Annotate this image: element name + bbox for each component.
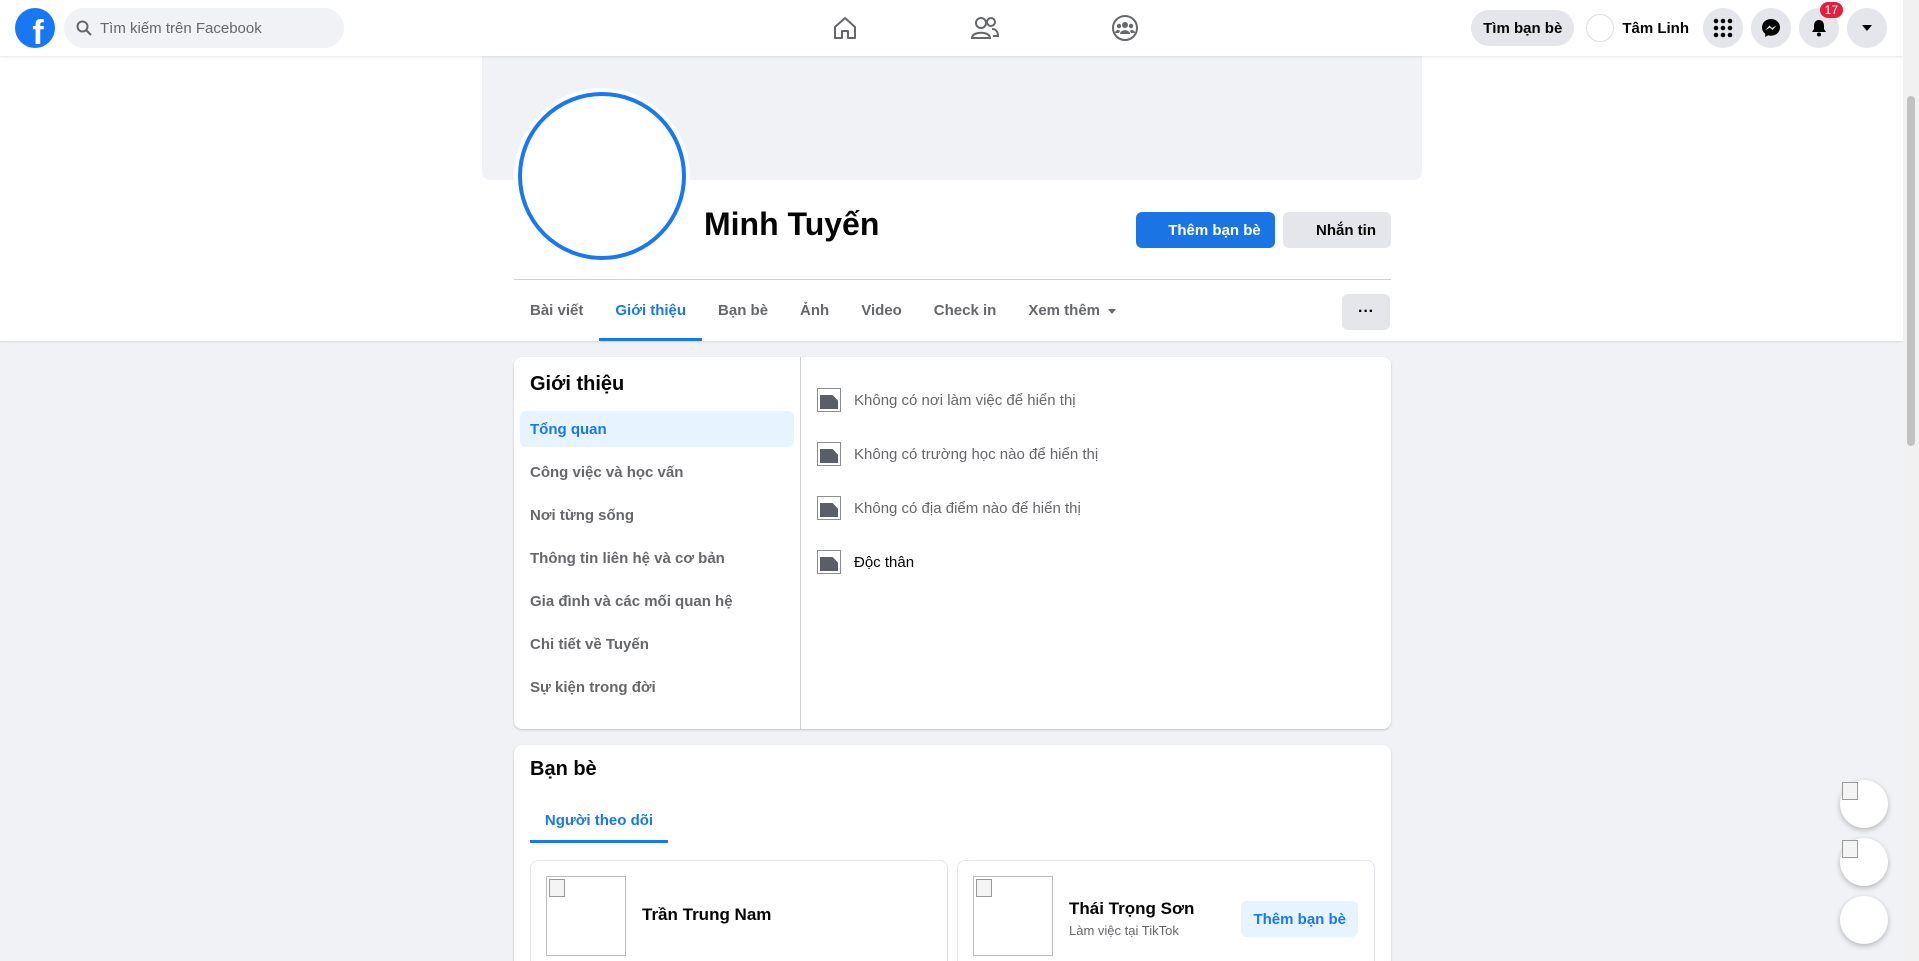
profile-avatar[interactable] bbox=[518, 92, 686, 260]
search-box[interactable] bbox=[64, 8, 344, 48]
work-icon bbox=[817, 388, 841, 412]
search-icon bbox=[76, 20, 92, 36]
caret-down-icon bbox=[1108, 308, 1117, 314]
add-friend-button[interactable]: Thêm bạn bè bbox=[1136, 212, 1275, 248]
scrollbar-thumb[interactable] bbox=[1907, 96, 1915, 446]
about-menu-overview[interactable]: Tổng quan bbox=[520, 411, 794, 447]
friends-icon bbox=[970, 17, 1000, 39]
bell-icon bbox=[1812, 20, 1826, 37]
messenger-button[interactable] bbox=[1751, 8, 1791, 48]
about-menu-contact-basic[interactable]: Thông tin liên hệ và cơ bản bbox=[520, 540, 794, 576]
about-card: Giới thiệu Tổng quan Công việc và học vấ… bbox=[514, 357, 1391, 729]
grid-menu-icon bbox=[1713, 18, 1733, 38]
profile-shortcut[interactable]: Tâm Linh bbox=[1582, 10, 1695, 46]
friend-photo[interactable] bbox=[973, 876, 1053, 956]
about-menu-family[interactable]: Gia đình và các mối quan hệ bbox=[520, 583, 794, 619]
friends-title: Bạn bè bbox=[530, 758, 597, 780]
about-overview: Không có nơi làm việc để hiển thị Không … bbox=[817, 373, 1098, 589]
friend-name[interactable]: Trần Trung Nam bbox=[642, 905, 771, 925]
chat-bubble[interactable] bbox=[1840, 780, 1888, 828]
main-nav bbox=[775, 0, 1195, 56]
info-places-text: Không có địa điểm nào để hiển thị bbox=[854, 499, 1081, 517]
tab-followers[interactable]: Người theo dõi bbox=[530, 801, 668, 843]
nav-friends[interactable] bbox=[915, 0, 1055, 56]
chat-bubble[interactable] bbox=[1840, 838, 1888, 886]
friend-name[interactable]: Thái Trọng Sơn bbox=[1069, 899, 1194, 919]
find-friends-button[interactable]: Tìm bạn bè bbox=[1471, 10, 1575, 46]
friends-card: Bạn bè Người theo dõi Trần Trung Nam Thá… bbox=[514, 745, 1391, 961]
search-input[interactable] bbox=[100, 19, 320, 37]
about-menu-work-education[interactable]: Công việc và học vấn bbox=[520, 454, 794, 490]
menu-button[interactable] bbox=[1703, 8, 1743, 48]
tab-posts[interactable]: Bài viết bbox=[514, 280, 599, 341]
relationship-icon bbox=[817, 550, 841, 574]
tab-friends[interactable]: Bạn bè bbox=[702, 280, 784, 341]
about-sidebar: Giới thiệu Tổng quan Công việc và học vấ… bbox=[514, 357, 801, 729]
profile-name: Minh Tuyến bbox=[704, 206, 880, 242]
about-menu: Tổng quan Công việc và học vấn Nơi từng … bbox=[520, 411, 794, 712]
nav-groups[interactable] bbox=[1055, 0, 1195, 56]
friend-add-button[interactable]: Thêm bạn bè bbox=[1241, 901, 1358, 937]
info-relationship-text: Độc thân bbox=[854, 553, 915, 571]
info-relationship: Độc thân bbox=[817, 535, 1098, 589]
nav-home[interactable] bbox=[775, 0, 915, 56]
about-menu-life-events[interactable]: Sự kiện trong đời bbox=[520, 669, 794, 705]
tab-photos[interactable]: Ảnh bbox=[784, 280, 845, 341]
profile-tabs: Bài viết Giới thiệu Bạn bè Ảnh Video Che… bbox=[514, 280, 1134, 341]
about-menu-details[interactable]: Chi tiết về Tuyến bbox=[520, 626, 794, 662]
location-icon bbox=[817, 496, 841, 520]
profile-shortcut-name: Tâm Linh bbox=[1622, 19, 1689, 37]
messenger-icon bbox=[1762, 19, 1780, 37]
caret-down-icon bbox=[1862, 25, 1872, 31]
info-work-text: Không có nơi làm việc để hiển thị bbox=[854, 391, 1076, 409]
tab-more[interactable]: Xem thêm bbox=[1012, 280, 1134, 341]
profile-more-button[interactable]: ··· bbox=[1342, 294, 1390, 330]
facebook-logo[interactable]: f bbox=[15, 8, 55, 48]
account-menu-button[interactable] bbox=[1847, 8, 1887, 48]
page-scrollbar[interactable] bbox=[1903, 0, 1919, 961]
tab-checkins[interactable]: Check in bbox=[918, 280, 1013, 341]
message-button[interactable]: Nhắn tin bbox=[1283, 212, 1391, 248]
info-places: Không có địa điểm nào để hiển thị bbox=[817, 481, 1098, 535]
info-school: Không có trường học nào để hiển thị bbox=[817, 427, 1098, 481]
new-message-button[interactable] bbox=[1840, 896, 1888, 944]
home-icon bbox=[834, 17, 856, 39]
notification-badge: 17 bbox=[1819, 2, 1843, 18]
tab-about[interactable]: Giới thiệu bbox=[599, 280, 702, 341]
friend-card[interactable]: Trần Trung Nam bbox=[530, 860, 948, 961]
groups-icon bbox=[1112, 15, 1138, 41]
friend-card[interactable]: Thái Trọng Sơn Làm việc tại TikTok Thêm … bbox=[957, 860, 1375, 961]
profile-header: Minh Tuyến Thêm bạn bè Nhắn tin Bài viết… bbox=[0, 56, 1903, 341]
tab-more-label: Xem thêm bbox=[1028, 302, 1101, 319]
about-title: Giới thiệu bbox=[530, 373, 625, 395]
tab-videos[interactable]: Video bbox=[845, 280, 918, 341]
topbar-right: Tìm bạn bè Tâm Linh 17 bbox=[1471, 2, 1887, 48]
notifications-button[interactable]: 17 bbox=[1799, 2, 1843, 48]
info-work: Không có nơi làm việc để hiển thị bbox=[817, 373, 1098, 427]
friend-photo[interactable] bbox=[546, 876, 626, 956]
top-navigation-bar: f Tìm bạn bè Tâm Linh 17 bbox=[0, 0, 1903, 56]
avatar bbox=[1586, 14, 1615, 42]
school-icon bbox=[817, 442, 841, 466]
about-menu-places-lived[interactable]: Nơi từng sống bbox=[520, 497, 794, 533]
info-school-text: Không có trường học nào để hiển thị bbox=[854, 445, 1099, 463]
friend-subtitle: Làm việc tại TikTok bbox=[1069, 923, 1179, 938]
